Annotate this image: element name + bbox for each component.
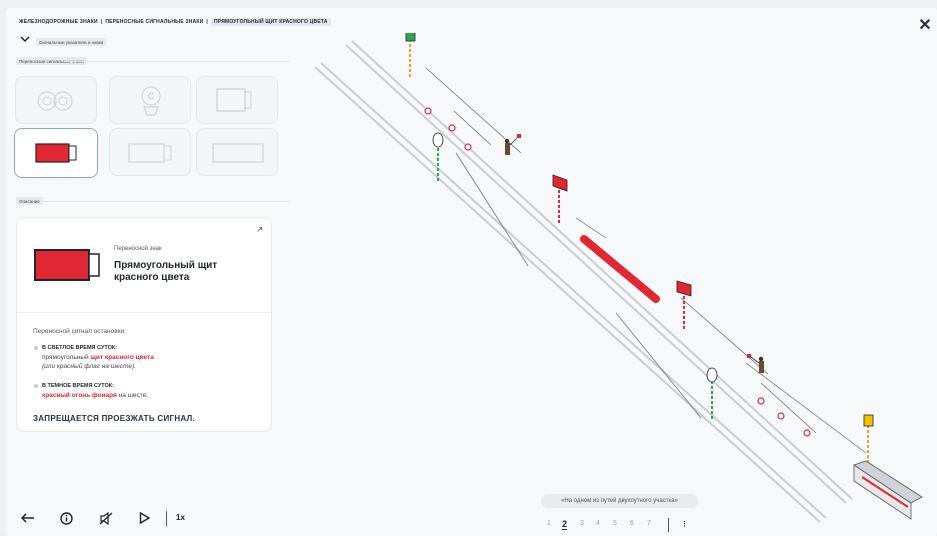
c-sign-icon: C <box>141 86 161 116</box>
sign-tile-rect-white-small[interactable] <box>109 128 191 176</box>
page-4[interactable]: 4 <box>596 520 600 527</box>
breadcrumb-separator: | <box>206 19 208 25</box>
dimension-lines <box>425 67 867 454</box>
svg-text:C: C <box>148 92 155 103</box>
breadcrumb-item-railway-signs[interactable]: ЖЕЛЕЗНОДОРОЖНЫЕ ЗНАКИ <box>19 19 98 25</box>
night-heading: В ТЕМНОЕ ВРЕМЯ СУТОК: <box>42 383 114 389</box>
day-heading: В СВЕТЛОЕ ВРЕМЯ СУТОК: <box>42 345 118 351</box>
sign-tile-c[interactable]: C <box>109 76 191 124</box>
breadcrumb: ЖЕЛЕЗНОДОРОЖНЫЕ ЗНАКИ | ПЕРЕНОСНЫЕ СИГНАЛЬ… <box>19 18 331 26</box>
track-scene <box>314 33 923 523</box>
bullet <box>34 346 38 350</box>
sign-title: Прямоугольный щит красного цвета <box>114 260 254 284</box>
red-shield-sign-1 <box>552 174 568 223</box>
back-arrow-icon[interactable] <box>20 510 36 526</box>
chevron-down-icon[interactable] <box>20 34 30 44</box>
description-label: Описание <box>16 197 43 205</box>
divider <box>17 312 271 313</box>
sign-tile-discs[interactable] <box>15 76 97 124</box>
close-icon[interactable]: ✕ <box>917 18 933 34</box>
train <box>853 460 923 520</box>
divider <box>668 518 669 532</box>
night-text-suffix: на шесте. <box>116 392 149 399</box>
day-text: прямоугольный щит красного цвета <box>42 354 154 361</box>
day-text-highlight: щит красного цвета <box>90 354 154 361</box>
info-icon[interactable] <box>58 510 74 526</box>
scene-caption: «На одном из путей двухпутного участка» <box>541 494 698 508</box>
disc-signals-icon <box>37 91 73 111</box>
rectangle-white-wide-shield-icon <box>212 143 264 163</box>
yellow-flag <box>863 414 874 463</box>
rectangle-white-small-shield-icon <box>128 143 172 163</box>
page-3[interactable]: 3 <box>580 520 584 527</box>
play-icon[interactable] <box>136 510 152 526</box>
more-menu-icon[interactable]: ⋮ <box>681 520 688 528</box>
divider <box>64 61 289 62</box>
red-shield-image <box>34 249 100 281</box>
sign-tile-rect-red[interactable] <box>14 128 98 178</box>
rectangle-red-shield-icon <box>35 143 77 163</box>
breadcrumb-separator: | <box>100 19 103 25</box>
page-7[interactable]: 7 <box>647 520 651 527</box>
track-right <box>314 62 827 523</box>
sign-title-line: Прямоугольный щит <box>114 260 218 271</box>
night-text-highlight: красный огонь фонаря <box>42 392 117 399</box>
page-2-current[interactable]: 2 <box>562 519 568 530</box>
page-6[interactable]: 6 <box>630 520 634 527</box>
sign-tile-rect-white[interactable] <box>196 76 278 124</box>
track-left <box>345 40 853 504</box>
breadcrumb-item-portable-signs[interactable]: ПЕРЕНОСНЫЕ СИГНАЛЬНЫЕ ЗНАКИ <box>105 19 203 25</box>
sign-title-line: красного цвета <box>114 272 190 283</box>
day-text-alt: (или красный флаг на шесте). <box>42 363 136 370</box>
divider <box>166 511 167 526</box>
section-dropdown[interactable]: Сигнальные указатели и знаки <box>36 38 107 46</box>
sound-off-icon[interactable] <box>98 510 114 526</box>
warning-text: ЗАПРЕЩАЕТСЯ ПРОЕЗЖАТЬ СИГНАЛ. <box>33 414 196 423</box>
breadcrumb-item-current: ПРЯМОУГОЛЬНЫЙ ЩИТ КРАСНОГО ЦВЕТА <box>210 18 331 26</box>
page-5[interactable]: 5 <box>613 520 617 527</box>
sign-kind: Переносной знак <box>114 246 162 252</box>
bullet <box>34 384 38 388</box>
day-text-prefix: прямоугольный <box>42 354 91 361</box>
page-1[interactable]: 1 <box>547 520 551 527</box>
danger-zone-marker <box>580 235 660 303</box>
signal-intro: Переносной сигнал остановки: <box>33 328 126 335</box>
sign-tile-rect-wide[interactable] <box>196 128 278 176</box>
signalman-1 <box>504 134 521 155</box>
divider <box>41 201 289 202</box>
rectangle-white-shield-icon <box>216 88 252 112</box>
expand-icon[interactable]: ↗ <box>256 225 263 234</box>
speed-button[interactable]: 1x <box>176 513 185 522</box>
green-flag-far <box>405 33 416 78</box>
night-text: красный огонь фонаря на шесте. <box>42 392 148 399</box>
app-window: ЖЕЛЕЗНОДОРОЖНЫЕ ЗНАКИ | ПЕРЕНОСНЫЕ СИГНАЛЬ… <box>6 8 937 536</box>
description-card: ↗ Переносной знак Прямоугольный щит крас… <box>16 217 272 432</box>
